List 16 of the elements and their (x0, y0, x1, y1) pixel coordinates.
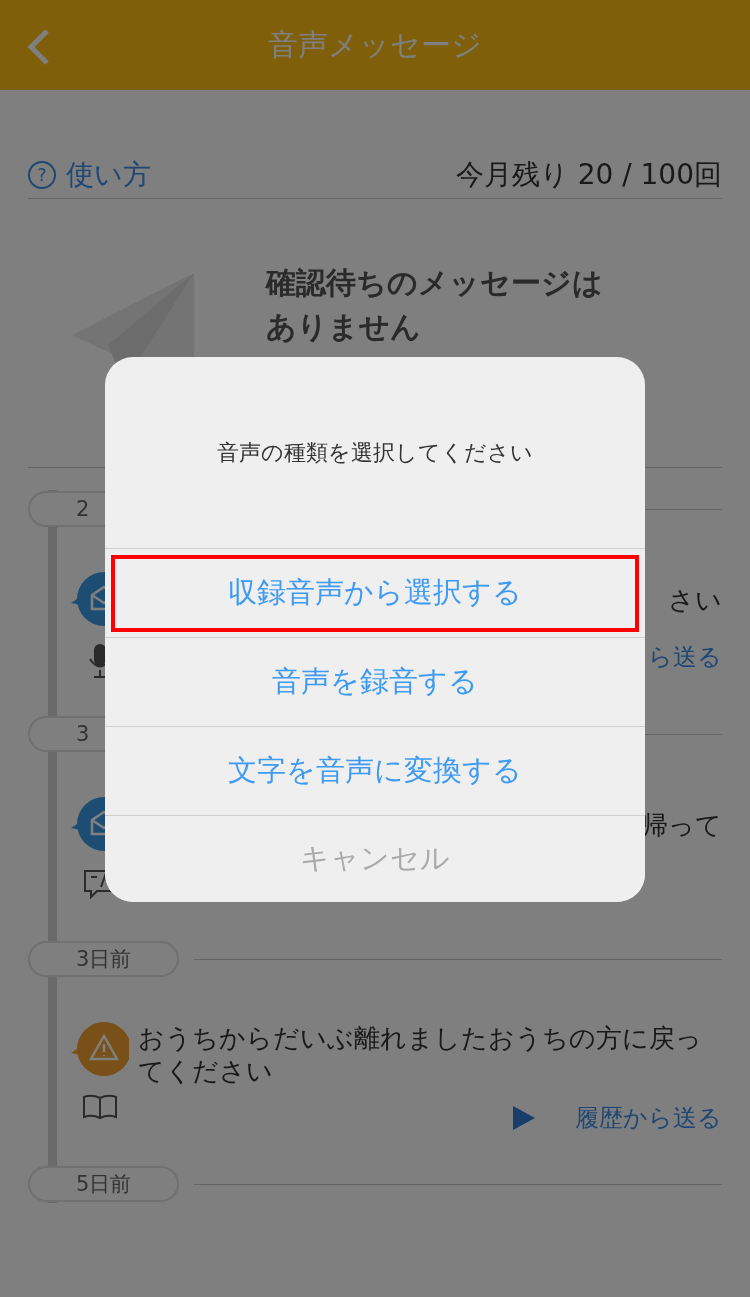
help-link[interactable]: ? 使い方 (28, 156, 151, 194)
empty-message: 確認待ちのメッセージはありません (266, 264, 604, 346)
message-text: おうちからだいぶ離れましたおうちの方に戻ってください (138, 1022, 703, 1088)
remaining-count: 今月残り 20 / 100回 (455, 157, 722, 193)
back-icon[interactable] (26, 28, 50, 66)
play-icon[interactable] (513, 1106, 535, 1130)
screen-title: 音声メッセージ (268, 25, 482, 64)
send-from-history-link[interactable]: 履歴から送る (575, 1102, 722, 1134)
mail-bubble-icon (71, 797, 105, 851)
date-label: 5日前 (28, 1166, 179, 1202)
warning-bubble-icon (71, 1022, 129, 1076)
message-text: さい (668, 584, 722, 617)
mail-bubble-icon (71, 572, 105, 626)
book-icon (82, 1094, 118, 1120)
send-from-history-link[interactable]: ら送る (648, 641, 722, 673)
date-label: 3日前 (28, 941, 179, 977)
